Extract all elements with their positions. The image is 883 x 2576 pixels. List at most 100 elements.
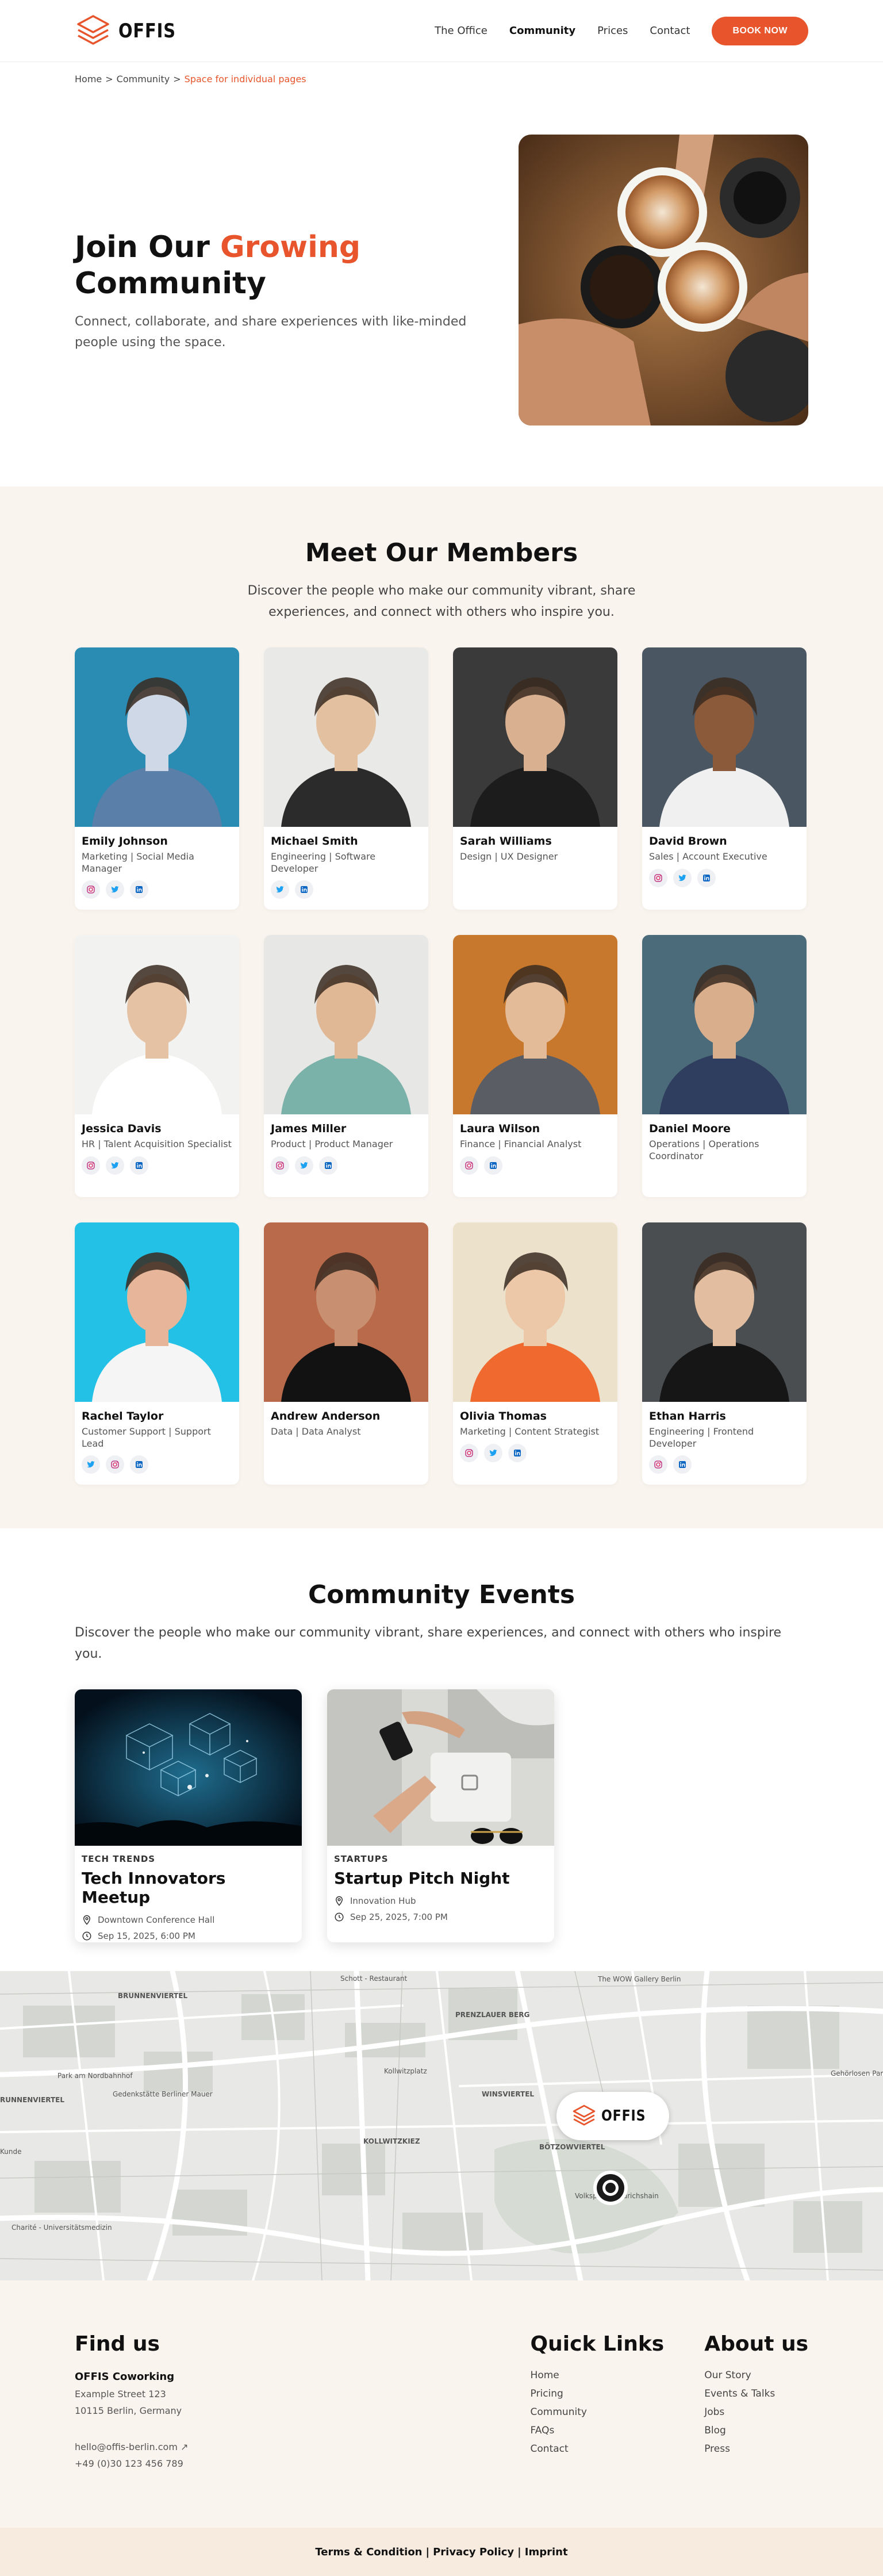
member-card[interactable]: Olivia Thomas Marketing | Content Strate… [453,1222,617,1485]
member-card[interactable]: Laura Wilson Finance | Financial Analyst [453,934,617,1197]
event-location: Downtown Conference Hall [82,1915,295,1925]
instagram-icon[interactable] [271,1156,289,1175]
footer: Find us OFFIS Coworking Example Street 1… [0,2280,883,2528]
terms-link[interactable]: Terms & Condition [315,2546,422,2558]
member-card[interactable]: Michael Smith Engineering | Software Dev… [264,647,428,910]
event-title[interactable]: Tech Innovators Meetup [82,1869,295,1907]
map-label: Kunde [0,2148,21,2156]
instagram-icon[interactable] [82,1156,100,1175]
member-photo [75,1222,239,1402]
location-map[interactable]: BRUNNENVIERTEL Schott - Restaurant The W… [0,1971,883,2280]
member-card[interactable]: Andrew Anderson Data | Data Analyst [264,1222,428,1485]
hero-text: Join Our Growing Community Connect, coll… [75,229,477,353]
event-image-startup [327,1689,554,1846]
nav-link-contact[interactable]: Contact [650,25,690,37]
instagram-icon[interactable] [82,880,100,899]
event-location: Innovation Hub [334,1896,547,1906]
twitter-icon[interactable] [484,1443,502,1462]
member-card[interactable]: Ethan Harris Engineering | Frontend Deve… [642,1222,807,1485]
member-role: Customer Support | Support Lead [82,1425,211,1449]
member-socials [82,880,232,899]
linkedin-icon[interactable] [508,1443,527,1462]
footer-link-home[interactable]: Home [531,2370,665,2381]
twitter-icon[interactable] [106,1156,124,1175]
linkedin-icon[interactable] [295,880,313,899]
linkedin-icon[interactable] [697,868,716,887]
event-card[interactable]: STARTUPS Startup Pitch Night Innovation … [327,1689,554,1942]
nav-link-prices[interactable]: Prices [597,25,628,37]
footer-about: About us Our Story Events & Talks Jobs B… [704,2332,808,2528]
map-label: Charité - Universitätsmedizin [11,2224,112,2232]
member-photo [642,934,807,1114]
breadcrumb-separator: > [105,74,113,85]
logo[interactable]: OFFIS [75,13,186,49]
member-info: Ethan Harris Engineering | Frontend Deve… [642,1402,807,1482]
twitter-icon[interactable] [295,1156,313,1175]
linkedin-icon[interactable] [319,1156,337,1175]
member-card[interactable]: David Brown Sales | Account Executive [642,647,807,910]
member-role: Sales | Account Executive [649,850,767,862]
member-role: Design | UX Designer [460,850,558,862]
members-title: Meet Our Members [305,538,578,568]
linkedin-icon[interactable] [130,1455,148,1474]
event-body: STARTUPS Startup Pitch Night Innovation … [327,1846,554,1930]
footer-link-press[interactable]: Press [704,2443,808,2455]
breadcrumb-community[interactable]: Community [117,74,170,85]
footer-link-events-talks[interactable]: Events & Talks [704,2388,808,2399]
nav-link-the-office[interactable]: The Office [435,25,487,37]
nav-link-community[interactable]: Community [509,25,575,37]
instagram-icon[interactable] [649,1455,667,1474]
legal-separator: | [425,2546,430,2558]
logo-mark-icon [573,2104,596,2126]
member-photo [642,1222,807,1402]
twitter-icon[interactable] [106,880,124,899]
instagram-icon[interactable] [106,1455,124,1474]
twitter-icon[interactable] [673,868,692,887]
map-label: RUNNENVIERTEL [0,2096,64,2104]
event-title[interactable]: Startup Pitch Night [334,1869,547,1888]
linkedin-icon[interactable] [484,1156,502,1175]
linkedin-icon[interactable] [130,880,148,899]
imprint-link[interactable]: Imprint [525,2546,568,2558]
hero-title-part1: Join Our [75,230,210,265]
map-canvas[interactable]: BRUNNENVIERTEL Schott - Restaurant The W… [0,1971,883,2280]
member-card[interactable]: Daniel Moore Operations | Operations Coo… [642,934,807,1197]
twitter-icon[interactable] [271,880,289,899]
instagram-icon[interactable] [649,868,667,887]
member-card[interactable]: Emily Johnson Marketing | Social Media M… [75,647,239,910]
member-card[interactable]: Jessica Davis HR | Talent Acquisition Sp… [75,934,239,1197]
member-card[interactable]: James Miller Product | Product Manager [264,934,428,1197]
footer-city: 10115 Berlin, Germany [75,2405,182,2416]
footer-link-jobs[interactable]: Jobs [704,2406,808,2418]
members-section: Meet Our Members Discover the people who… [0,486,883,1528]
footer-link-community[interactable]: Community [531,2406,665,2418]
footer-link-contact[interactable]: Contact [531,2443,665,2455]
book-now-button[interactable]: BOOK NOW [712,16,808,45]
events-section: Community Events Discover the people who… [0,1528,883,1971]
breadcrumb-home[interactable]: Home [75,74,102,85]
footer-company: OFFIS Coworking [75,2371,175,2383]
member-card[interactable]: Sarah Williams Design | UX Designer [453,647,617,910]
linkedin-icon[interactable] [673,1455,692,1474]
map-marker-icon[interactable] [592,2169,629,2206]
footer-email[interactable]: hello@offis-berlin.com ↗ [75,2441,188,2452]
breadcrumb-separator: > [173,74,181,85]
linkedin-icon[interactable] [130,1156,148,1175]
instagram-icon[interactable] [460,1156,478,1175]
privacy-link[interactable]: Privacy Policy [433,2546,514,2558]
nav-links: The Office Community Prices Contact BOOK… [435,16,808,45]
member-card[interactable]: Rachel Taylor Customer Support | Support… [75,1222,239,1485]
footer-link-faqs[interactable]: FAQs [531,2425,665,2436]
footer-link-pricing[interactable]: Pricing [531,2388,665,2399]
footer-link-blog[interactable]: Blog [704,2425,808,2436]
event-card[interactable]: TECH TRENDS Tech Innovators Meetup Downt… [75,1689,302,1942]
map-label: Gedenkstätte Berliner Mauer [113,2090,213,2098]
footer-link-our-story[interactable]: Our Story [704,2370,808,2381]
map-label: BÖTZOWVIERTEL [539,2142,605,2151]
member-socials [649,1455,800,1474]
map-logo-bubble[interactable]: OFFIS [556,2092,669,2140]
footer-phone[interactable]: +49 (0)30 123 456 789 [75,2458,188,2469]
map-label: Schott - Restaurant [340,1975,408,1983]
twitter-icon[interactable] [82,1455,100,1474]
instagram-icon[interactable] [460,1443,478,1462]
